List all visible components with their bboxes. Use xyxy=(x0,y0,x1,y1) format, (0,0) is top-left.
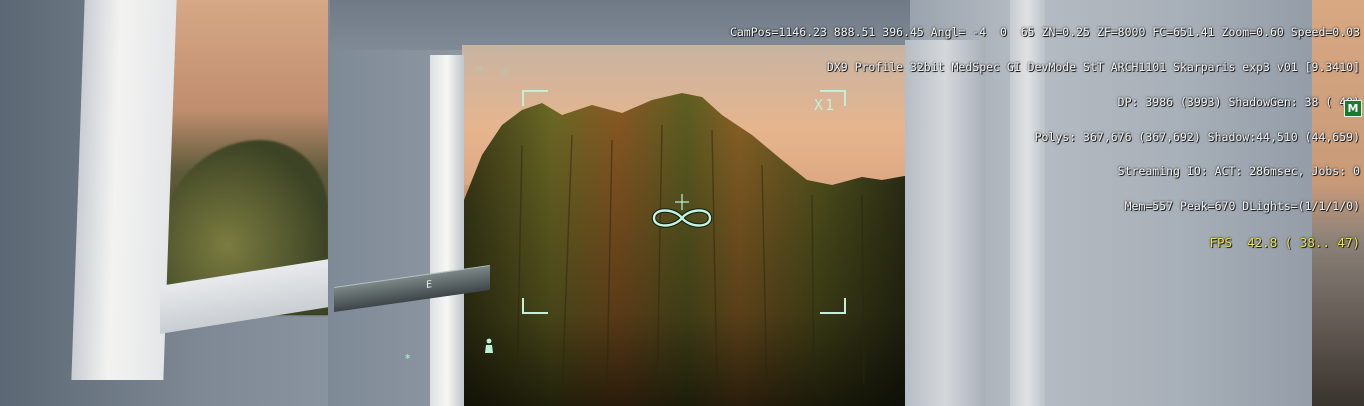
scope-bracket-bottom-right xyxy=(820,298,846,314)
debug-line-campos: CamPos=1146.23 888.51 396.45 Angl= -4 0 … xyxy=(729,25,1360,40)
mode-badge: M xyxy=(1344,100,1362,117)
blade-marker: E xyxy=(426,279,433,292)
small-marker-icon: ✱ xyxy=(405,352,411,362)
eye-icon: ◎ xyxy=(502,68,508,78)
debug-line-polys: Polys: 367,676 (367,692) Shadow:44,510 (… xyxy=(1034,129,1360,144)
debug-line-drawcalls: DP: 3986 (3993) ShadowGen: 38 ( 40) xyxy=(1117,94,1360,109)
player-icon xyxy=(485,338,493,353)
debug-line-profile: DX9 Profile 32bit MedSpec GI DevMode StT… xyxy=(826,59,1360,74)
infinity-reticle-icon xyxy=(651,194,713,228)
wind-icon: ≈ xyxy=(476,62,483,75)
debug-line-memory: Mem=557 Peak=670 DLights=(1/1/1/0) xyxy=(1124,199,1360,214)
doorway-left-jamb xyxy=(430,55,464,406)
debug-overlay: CamPos=1146.23 888.51 396.45 Angl= -4 0 … xyxy=(730,4,1360,261)
fps-counter: FPS 42.8 ( 38.. 47) xyxy=(1209,234,1360,250)
scope-bracket-top-left xyxy=(522,90,548,106)
scope-bracket-bottom-left xyxy=(522,298,548,314)
debug-line-streaming: Streaming IO: ACT: 286msec, Jobs: 0 xyxy=(1117,164,1360,179)
